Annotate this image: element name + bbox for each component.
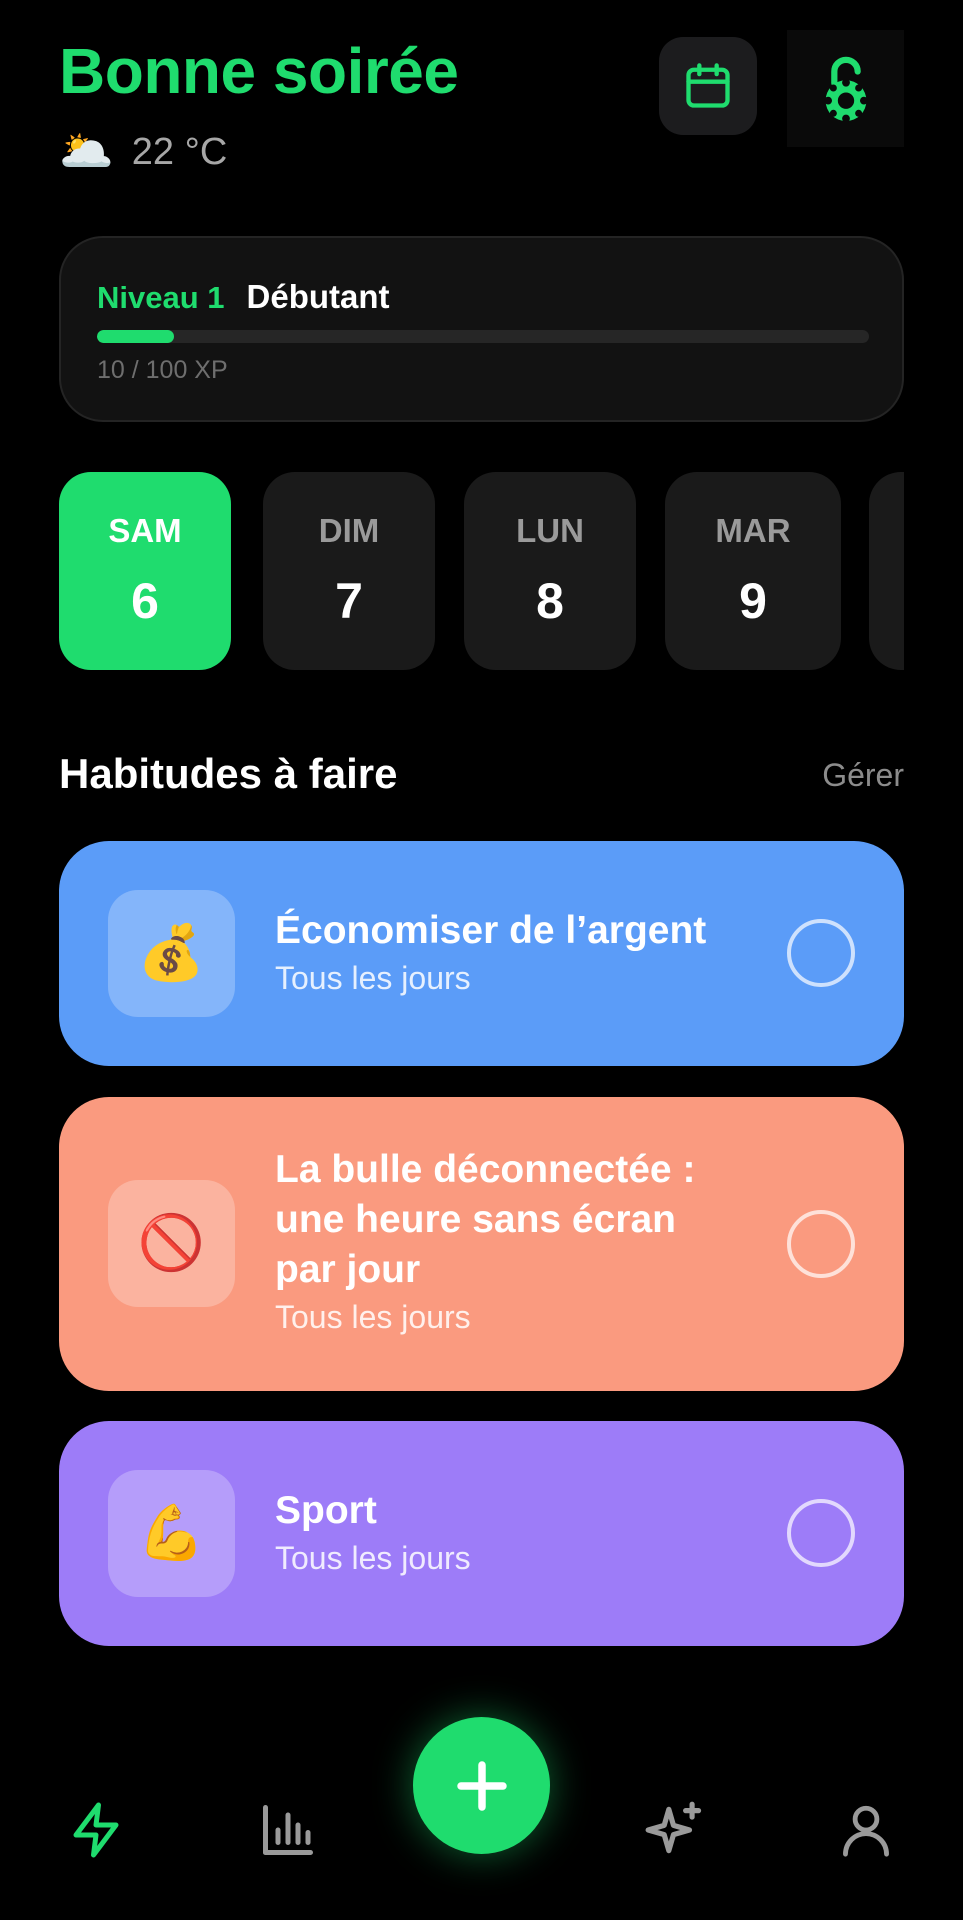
add-habit-button[interactable] <box>413 1717 550 1854</box>
day-name: DIM <box>318 512 380 549</box>
lock-settings-button[interactable] <box>787 30 904 147</box>
temperature: 22 °C <box>131 130 228 173</box>
level-title: Débutant <box>246 278 390 315</box>
tab-discover[interactable] <box>634 1790 714 1870</box>
add-icon <box>456 1760 507 1811</box>
day-dim[interactable]: DIM 7 <box>263 472 435 670</box>
habit-frequency: Tous les jours <box>275 960 471 996</box>
tab-profile[interactable] <box>826 1790 906 1870</box>
habit-card[interactable]: 💪 Sport Tous les jours <box>59 1421 904 1646</box>
xp-progress-bar <box>97 330 869 343</box>
money-bag-icon: 💰 <box>108 890 235 1017</box>
day-next-partial[interactable] <box>869 472 904 670</box>
day-name: SAM <box>108 512 182 549</box>
bolt-icon <box>73 1802 119 1858</box>
lock-settings-icon <box>823 56 868 122</box>
weather: 🌥️ 22 °C <box>59 130 227 174</box>
day-number: 7 <box>335 573 363 629</box>
xp-progress-fill <box>97 330 175 343</box>
level-card[interactable]: Niveau 1 Débutant 10 / 100 XP <box>59 236 904 422</box>
habit-title: Économiser de l’argent <box>275 909 707 952</box>
day-selector: SAM 6 DIM 7 LUN 8 MAR 9 <box>59 472 904 670</box>
manage-link[interactable]: Gérer <box>822 757 904 794</box>
habit-frequency: Tous les jours <box>275 1299 471 1335</box>
day-mar[interactable]: MAR 9 <box>665 472 841 670</box>
header: Bonne soirée 🌥️ 22 °C <box>59 30 904 180</box>
day-name: MAR <box>715 512 791 549</box>
prohibited-icon: 🚫 <box>108 1180 235 1307</box>
habit-check-button[interactable] <box>787 919 855 987</box>
level-number: Niveau 1 <box>97 280 225 315</box>
habit-card[interactable]: 🚫 La bulle déconnectée : une heure sans … <box>59 1097 904 1391</box>
day-sam[interactable]: SAM 6 <box>59 472 231 670</box>
calendar-button[interactable] <box>659 37 757 135</box>
weather-icon: 🌥️ <box>59 127 114 176</box>
sparkles-icon <box>645 1801 702 1854</box>
habit-title: Sport <box>275 1489 377 1532</box>
habit-text: La bulle déconnectée : une heure sans éc… <box>275 1145 735 1336</box>
level-row: Niveau 1 Débutant <box>97 278 390 316</box>
day-number: 8 <box>536 573 564 629</box>
flexed-biceps-icon: 💪 <box>108 1470 235 1597</box>
tab-stats[interactable] <box>248 1790 328 1870</box>
greeting-title: Bonne soirée <box>59 35 459 107</box>
habit-check-button[interactable] <box>787 1210 855 1278</box>
habit-text: Sport Tous les jours <box>275 1486 735 1577</box>
xp-text: 10 / 100 XP <box>97 356 228 384</box>
day-number: 6 <box>131 573 159 629</box>
day-number: 9 <box>739 573 767 629</box>
habit-check-button[interactable] <box>787 1499 855 1567</box>
day-lun[interactable]: LUN 8 <box>464 472 636 670</box>
tab-bar <box>0 1700 963 1920</box>
day-name: LUN <box>516 512 584 549</box>
bar-chart-icon <box>263 1805 313 1855</box>
habit-frequency: Tous les jours <box>275 1540 471 1576</box>
habit-card[interactable]: 💰 Économiser de l’argent Tous les jours <box>59 841 904 1066</box>
habit-text: Économiser de l’argent Tous les jours <box>275 906 735 997</box>
calendar-icon <box>686 63 730 108</box>
habit-title: La bulle déconnectée : une heure sans éc… <box>275 1148 696 1291</box>
section-title: Habitudes à faire <box>59 750 398 797</box>
profile-icon <box>843 1805 889 1857</box>
tab-home[interactable] <box>56 1790 136 1870</box>
